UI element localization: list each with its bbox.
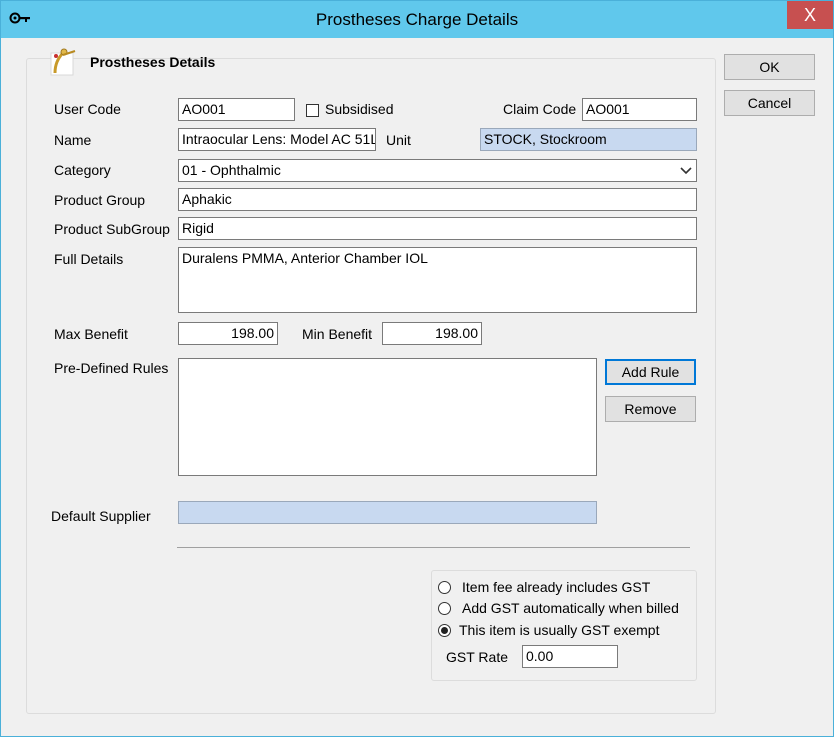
ok-button[interactable]: OK: [724, 54, 815, 80]
cancel-button[interactable]: Cancel: [724, 90, 815, 116]
unit-field[interactable]: STOCK, Stockroom: [480, 128, 697, 151]
title-bar[interactable]: Prostheses Charge Details X: [1, 1, 833, 38]
chevron-down-icon[interactable]: [680, 167, 692, 175]
user-code-label: User Code: [54, 101, 121, 117]
product-group-input[interactable]: Aphakic: [178, 188, 697, 211]
prosthesis-icon: [50, 48, 76, 76]
divider: [177, 547, 690, 548]
name-label: Name: [54, 132, 92, 148]
name-input[interactable]: Intraocular Lens: Model AC 51L: [178, 128, 376, 151]
product-subgroup-label: Product SubGroup: [54, 221, 170, 237]
remove-button[interactable]: Remove: [605, 396, 696, 422]
dialog-window: Prostheses Charge Details X Prostheses D…: [0, 0, 834, 737]
gst-option-add-label[interactable]: Add GST automatically when billed: [462, 600, 679, 616]
gst-option-exempt-label[interactable]: This item is usually GST exempt: [459, 622, 659, 638]
default-supplier-label: Default Supplier: [51, 508, 151, 524]
category-select[interactable]: 01 - Ophthalmic: [178, 159, 697, 182]
claim-code-input[interactable]: AO001: [582, 98, 697, 121]
default-supplier-field[interactable]: [178, 501, 597, 524]
rules-list[interactable]: [178, 358, 597, 476]
category-label: Category: [54, 162, 111, 178]
section-title: Prostheses Details: [90, 54, 216, 70]
close-button[interactable]: X: [787, 1, 833, 29]
unit-label: Unit: [386, 132, 411, 148]
product-subgroup-input[interactable]: Rigid: [178, 217, 697, 240]
min-benefit-label: Min Benefit: [302, 326, 373, 342]
max-benefit-label: Max Benefit: [54, 326, 128, 342]
user-code-input[interactable]: AO001: [178, 98, 295, 121]
full-details-label: Full Details: [54, 251, 124, 267]
min-benefit-input[interactable]: 198.00: [382, 322, 482, 345]
claim-code-label: Claim Code: [503, 101, 577, 117]
gst-rate-input[interactable]: 0.00: [522, 645, 618, 668]
window-title: Prostheses Charge Details: [315, 10, 519, 29]
gst-option-add-radio[interactable]: [438, 602, 451, 615]
max-benefit-input[interactable]: 198.00: [178, 322, 278, 345]
gst-option-exempt-radio[interactable]: [438, 624, 451, 637]
gst-option-includes-radio[interactable]: [438, 581, 451, 594]
subsidised-label[interactable]: Subsidised: [325, 101, 394, 117]
full-details-textarea[interactable]: Duralens PMMA, Anterior Chamber IOL: [178, 247, 697, 313]
category-value: 01 - Ophthalmic: [182, 162, 281, 178]
gst-option-includes-label[interactable]: Item fee already includes GST: [462, 579, 650, 595]
product-group-label: Product Group: [54, 192, 146, 208]
subsidised-checkbox[interactable]: [306, 104, 319, 117]
gst-rate-label: GST Rate: [446, 649, 508, 665]
add-rule-button[interactable]: Add Rule: [605, 359, 696, 385]
rules-label: Pre-Defined Rules: [54, 360, 169, 376]
